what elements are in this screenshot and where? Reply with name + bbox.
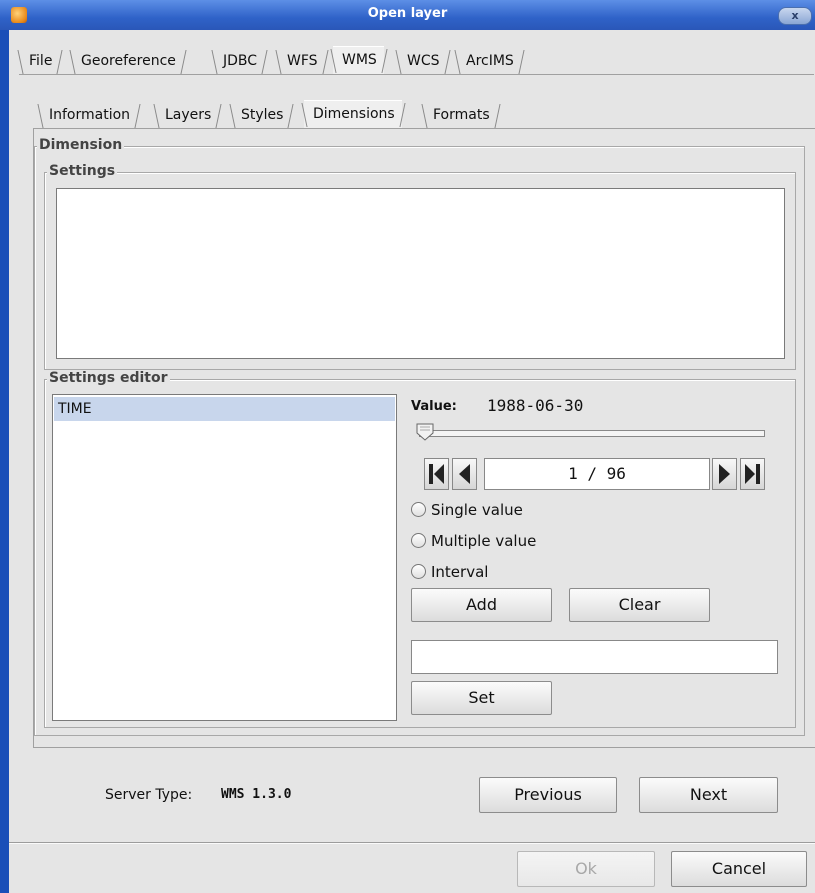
next-step-button[interactable]: Next [639,777,778,813]
value-slider-thumb[interactable] [416,423,434,441]
tab-dimensions[interactable]: Dimensions [304,100,402,128]
footer-divider-highlight [9,843,815,844]
interval-label: Interval [431,563,489,581]
dialog-body: File Georeference JDBC WFS WMS WCS ArcIM… [9,30,815,893]
first-record-icon [429,464,444,484]
panel-border-bottom [33,747,815,748]
dimension-list[interactable]: TIME [52,394,397,721]
dimension-value-input[interactable] [411,640,778,674]
single-value-label: Single value [431,501,523,519]
settings-group-label: Settings [47,163,118,179]
value-slider-track[interactable] [419,430,765,437]
previous-step-button[interactable]: Previous [479,777,617,813]
server-type-value: WMS 1.3.0 [221,787,292,802]
next-record-icon [719,464,730,484]
tab-wfs[interactable]: WFS [278,48,325,74]
tab-formats[interactable]: Formats [424,102,497,128]
previous-button[interactable] [452,458,477,490]
tab-wcs[interactable]: WCS [398,48,447,74]
cancel-button[interactable]: Cancel [671,851,807,887]
first-button[interactable] [424,458,449,490]
title-bar[interactable]: Open layer x [0,0,815,30]
sub-tab-panel-border [33,128,815,129]
tab-georeference[interactable]: Georeference [72,48,183,74]
tab-information[interactable]: Information [40,102,137,128]
record-counter[interactable]: 1 / 96 [484,458,710,490]
value-label: Value: [411,399,457,414]
open-layer-window: Open layer x File Georeference JDBC WFS … [0,0,815,893]
close-button[interactable]: x [778,7,812,25]
tab-jdbc[interactable]: JDBC [214,48,264,74]
list-item[interactable]: TIME [54,397,395,421]
last-record-icon [745,464,760,484]
add-button[interactable]: Add [411,588,552,622]
tab-panel-border [19,74,814,75]
next-button[interactable] [712,458,737,490]
close-icon: x [791,9,799,22]
tab-styles[interactable]: Styles [232,102,290,128]
server-type-label: Server Type: [105,787,193,803]
multiple-value-label: Multiple value [431,532,537,550]
radio-indicator [411,564,426,579]
previous-record-icon [459,464,470,484]
dimension-group-label: Dimension [37,137,125,153]
window-title: Open layer [367,6,448,21]
tab-file[interactable]: File [20,48,59,74]
tab-layers[interactable]: Layers [156,102,218,128]
radio-indicator [411,502,426,517]
settings-text-area[interactable] [56,188,785,359]
set-button[interactable]: Set [411,681,552,715]
value-readout: 1988-06-30 [487,396,584,415]
settings-editor-group-label: Settings editor [47,370,170,386]
radio-indicator [411,533,426,548]
clear-button[interactable]: Clear [569,588,710,622]
ok-button[interactable]: Ok [517,851,655,887]
tab-wms[interactable]: WMS [333,46,384,74]
last-button[interactable] [740,458,765,490]
tab-arcims[interactable]: ArcIMS [457,48,521,74]
